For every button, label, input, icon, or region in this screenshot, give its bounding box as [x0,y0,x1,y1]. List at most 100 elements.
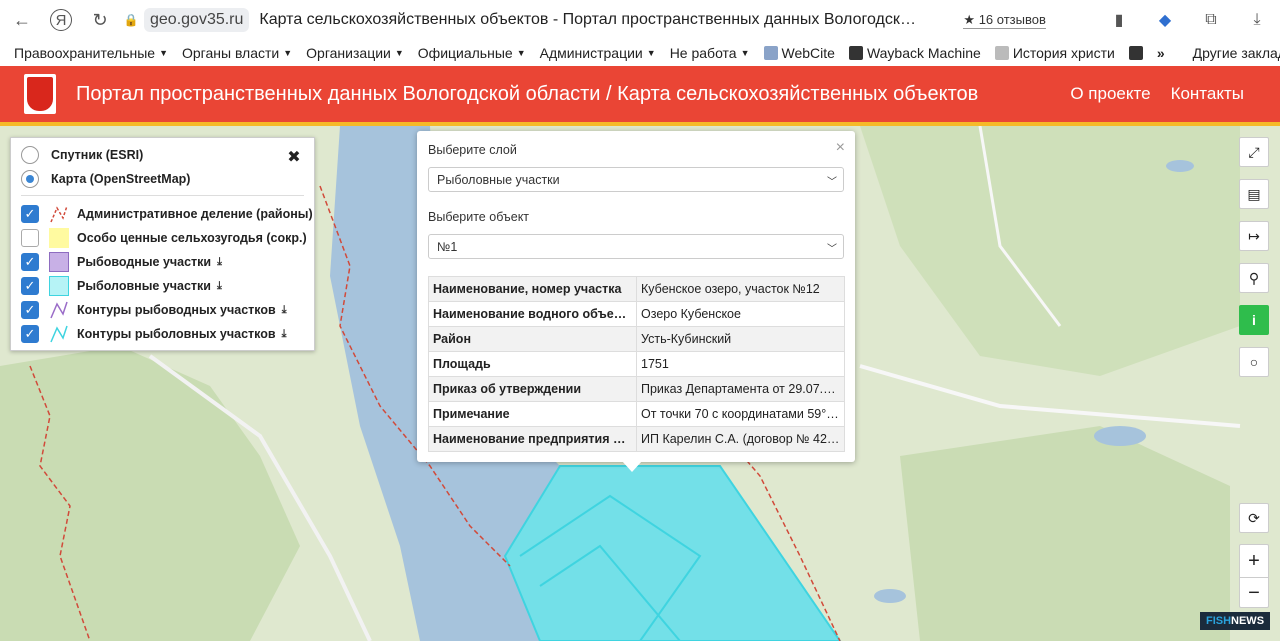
download-icon[interactable]: ⤓ [217,256,222,269]
divider [21,195,304,196]
table-row: Примечание От точки 70 с координатами 59°… [428,401,845,427]
layer-row-admin[interactable]: ✓ Административное деление (районы) [21,204,313,224]
lock-icon: 🔒 [123,13,139,27]
zoom-out-button[interactable]: − [1240,577,1268,609]
layer-checkbox[interactable]: ✓ [21,301,39,319]
circle-icon: ○ [1249,354,1259,370]
bookmark-item[interactable]: Wayback Machine [843,45,989,61]
layer-checkbox[interactable] [21,229,39,247]
site-header: Портал пространственных данных Вологодск… [0,66,1280,122]
nav-about-link[interactable]: О проекте [1070,84,1150,104]
bookmark-item[interactable]: Официальные ▼ [412,45,534,61]
basemap-option-satellite[interactable]: Спутник (ESRI) [21,146,143,164]
measure-button[interactable]: ↦ [1239,221,1269,251]
fullscreen-button[interactable]: ⤢ [1239,137,1269,167]
download-icon[interactable]: ⤓ [217,280,222,293]
info-button[interactable]: i [1239,305,1269,335]
chevron-down-icon: ▼ [283,48,293,58]
layer-row-fish-farming[interactable]: ✓ Рыбоводные участки ⤓ [21,252,222,272]
layer-checkbox[interactable]: ✓ [21,325,39,343]
layer-checkbox[interactable]: ✓ [21,277,39,295]
attribute-table: Наименование, номер участка Кубенское озе… [428,276,845,452]
fishing-swatch [49,276,69,296]
yandex-logo-icon[interactable]: Я [50,9,72,31]
fish-farming-contour-swatch [49,300,69,320]
zoom-in-button[interactable]: + [1240,545,1268,577]
bookmark-item[interactable]: WebCite [758,45,843,61]
reviews-link[interactable]: ★ 16 отзывов [963,11,1046,29]
bookmark-item[interactable]: Органы власти ▼ [176,45,300,61]
expand-icon: ⤢ [1248,143,1260,160]
url-domain: geo.gov35.ru [144,8,250,32]
layer-label: Контуры рыбоводных участков [77,303,276,317]
object-select-label: Выберите объект [428,210,530,224]
layer-row-fishing-contours[interactable]: ✓ Контуры рыболовных участков ⤓ [21,324,286,344]
forest-area [900,426,1230,641]
layer-checkbox[interactable]: ✓ [21,205,39,223]
bookmark-item[interactable]: История христи [989,45,1123,61]
layer-select-value: Рыболовные участки [437,172,560,187]
circle-tool-button[interactable]: ○ [1239,347,1269,377]
bookmark-item[interactable]: Не работа ▼ [664,45,758,61]
layer-panel: Спутник (ESRI) Карта (OpenStreetMap) ✖ ✓… [10,137,315,351]
chevron-down-icon: ▼ [516,48,526,58]
site-title: Портал пространственных данных Вологодск… [76,82,979,105]
download-icon[interactable]: ⤓ [282,328,287,341]
layer-select[interactable]: Рыболовные участки ﹀ [428,167,844,192]
panel-icon: ▤ [1247,185,1261,202]
download-icon[interactable]: ⤓ [1244,6,1270,34]
fishing-area [503,465,842,641]
radio-button[interactable] [21,146,39,164]
close-icon[interactable]: ✖ [286,150,302,166]
popup-pointer [622,461,642,472]
object-select-value: №1 [437,239,458,254]
archive-icon [848,46,863,60]
webcite-icon [763,46,778,60]
coat-of-arms-logo[interactable] [24,74,56,114]
table-row: Район Усть-Кубинский [428,326,845,352]
feature-info-popup: × Выберите слой Рыболовные участки ﹀ Выб… [417,131,855,462]
download-icon[interactable]: ⤓ [282,304,287,317]
layer-label: Рыбоводные участки [77,255,212,269]
back-arrow-icon[interactable]: ← [8,6,36,34]
layer-row-fish-farming-contours[interactable]: ✓ Контуры рыбоводных участков ⤓ [21,300,287,320]
layer-select-label: Выберите слой [428,143,517,157]
layer-label: Контуры рыболовных участков [77,327,276,341]
translate-icon[interactable]: ⧉ [1198,6,1224,34]
bookmark-item[interactable]: Правоохранительные ▼ [0,45,176,61]
small-lake [1166,160,1194,172]
music-note-icon [994,46,1009,60]
layer-row-farmland[interactable]: Особо ценные сельхозугодья (сокр.) [21,228,307,248]
address-bar[interactable]: 🔒 geo.gov35.ru [123,6,250,34]
archive-icon [1128,46,1143,60]
layers-toggle-button[interactable]: ▤ [1239,179,1269,209]
layer-checkbox[interactable]: ✓ [21,253,39,271]
reload-icon[interactable]: ↻ [86,6,114,34]
nav-contacts-link[interactable]: Контакты [1171,84,1244,104]
bookmark-item[interactable]: Организации ▼ [300,45,412,61]
chevron-down-icon: ﹀ [827,244,837,255]
chevron-down-icon: ▼ [646,48,656,58]
browser-toolbar: ← Я ↻ 🔒 geo.gov35.ru Карта сельскохозяйс… [0,0,1280,40]
bookmark-icon[interactable]: ▮ [1106,6,1132,34]
forest-area [0,346,300,641]
bookmark-item[interactable]: Администрации ▼ [534,45,664,61]
close-icon[interactable]: × [836,139,845,157]
radio-button[interactable] [21,170,39,188]
layer-row-fishing[interactable]: ✓ Рыболовные участки ⤓ [21,276,222,296]
object-select[interactable]: №1 ﹀ [428,234,844,259]
extension-icon[interactable]: ◆ [1152,6,1178,34]
table-row: Наименование водного объекта Озеро Кубенс… [428,301,845,327]
more-bookmarks-button[interactable]: » [1151,45,1173,61]
chevron-down-icon: ▼ [159,48,168,58]
bookmark-item[interactable]: Другие закладки▼ [1187,45,1280,61]
reviews-count: 16 отзывов [978,11,1046,27]
locate-button[interactable]: ⚲ [1239,263,1269,293]
basemap-option-osm[interactable]: Карта (OpenStreetMap) [21,170,190,188]
fish-farming-swatch [49,252,69,272]
bookmark-item[interactable] [1123,46,1151,60]
zoom-control: + − [1239,544,1269,608]
layer-label: Рыболовные участки [77,279,211,293]
refresh-button[interactable]: ⟳ [1239,503,1269,533]
map-pin-icon: ⚲ [1248,269,1260,286]
